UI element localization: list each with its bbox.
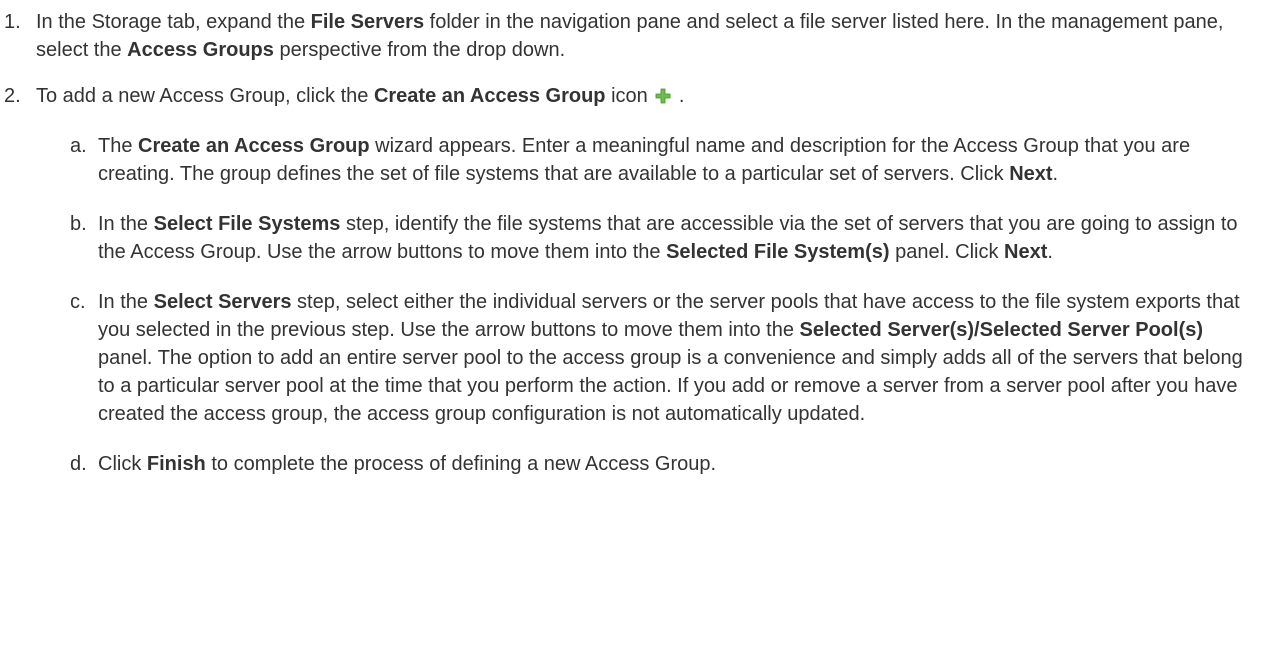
substep: c. In the Select Servers step, select eit…: [36, 288, 1250, 428]
bold-term: Finish: [146, 453, 206, 475]
numbered-step: 2. To add a new Access Group, click the C…: [0, 82, 1250, 478]
text-run: panel. Click: [889, 241, 1005, 263]
substep: b. In the Select File Systems step, ident…: [36, 210, 1250, 266]
text-run: perspective from the drop down.: [273, 39, 566, 61]
bold-term: Selected Server(s)/Selected Server Pool(…: [799, 319, 1204, 341]
bold-term: Access Groups: [127, 39, 274, 61]
text-run: panel. The option to add an entire serve…: [98, 347, 1243, 425]
substep-text: In the Select Servers step, select eithe…: [98, 288, 1250, 428]
substep-letter: a.: [70, 135, 87, 157]
bold-term: Select File Systems: [153, 213, 341, 235]
bold-term: Create an Access Group: [373, 85, 606, 107]
substep: d. Click Finish to complete the process o…: [36, 450, 1250, 478]
text-run: .: [1052, 163, 1059, 185]
substep-text: In the Select File Systems step, identif…: [98, 210, 1250, 266]
substep-letter: c.: [70, 291, 86, 313]
text-run: To add a new Access Group, click the: [36, 85, 374, 107]
text-run: In the Storage tab, expand the: [36, 11, 311, 33]
step-number: 2.: [4, 85, 21, 107]
bold-term: Create an Access Group: [138, 135, 370, 157]
numbered-step: 1. In the Storage tab, expand the File Se…: [0, 8, 1250, 64]
plus-icon: [655, 84, 671, 104]
bold-term: Selected File System(s): [666, 241, 890, 263]
text-run: .: [1047, 241, 1053, 263]
substep-text: Click Finish to complete the process of …: [98, 450, 1250, 478]
substep: a. The Create an Access Group wizard appe…: [36, 132, 1250, 188]
text-run: to complete the process of defining a ne…: [205, 453, 717, 475]
step-number: 1.: [4, 11, 21, 33]
substep-text: The Create an Access Group wizard appear…: [98, 132, 1250, 188]
substep-letter: d.: [70, 453, 87, 475]
text-run: In the: [98, 213, 154, 235]
text-run: Click: [98, 453, 147, 475]
step-text: To add a new Access Group, click the Cre…: [36, 82, 1250, 110]
step-text: In the Storage tab, expand the File Serv…: [36, 8, 1250, 64]
text-run: icon: [605, 85, 654, 107]
bold-term: File Servers: [310, 11, 425, 33]
bold-term: Select Servers: [153, 291, 292, 313]
bold-term: Next: [1009, 163, 1053, 185]
text-run: The: [98, 135, 139, 157]
substep-list: a. The Create an Access Group wizard appe…: [36, 132, 1250, 478]
text-run: .: [673, 85, 685, 107]
procedure-steps: 1. In the Storage tab, expand the File Se…: [0, 8, 1250, 478]
substep-letter: b.: [70, 213, 87, 235]
text-run: In the: [98, 291, 154, 313]
bold-term: Next: [1004, 241, 1048, 263]
document-body: 1. In the Storage tab, expand the File Se…: [0, 0, 1270, 672]
